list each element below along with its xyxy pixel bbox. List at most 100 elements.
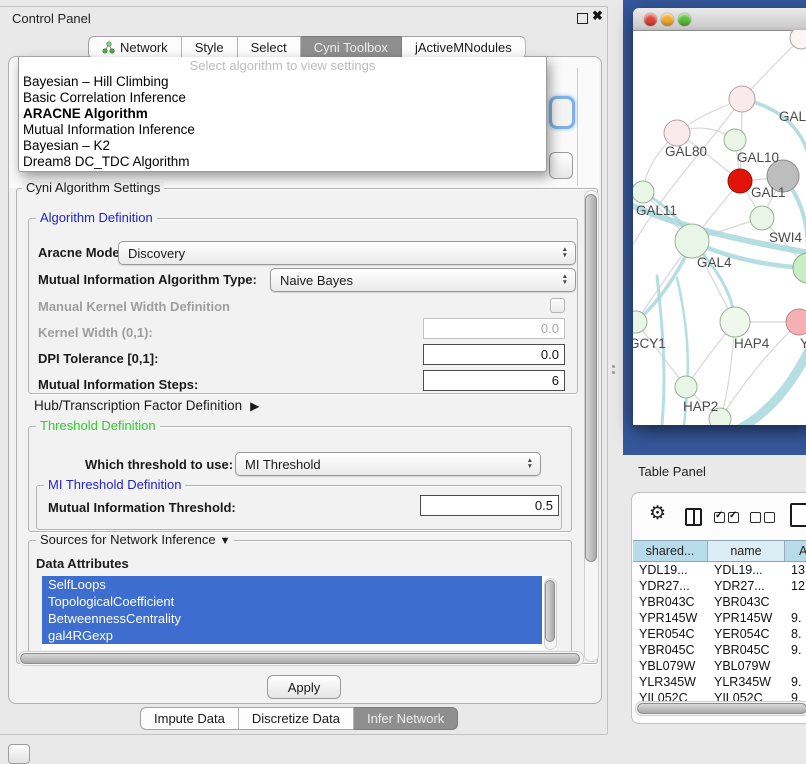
document-icon[interactable] xyxy=(790,503,806,527)
attribute-item-selfloops[interactable]: SelfLoops xyxy=(42,576,542,593)
minimized-panel-icon[interactable] xyxy=(8,744,30,764)
table-cell: YDR27... xyxy=(708,578,785,594)
hidden-group-border xyxy=(577,68,578,186)
tab-select[interactable]: Select xyxy=(238,36,301,59)
node-gal4[interactable] xyxy=(675,224,709,258)
settings-group-title: Cyni Algorithm Settings xyxy=(22,181,164,195)
tab-jactivemnodules[interactable]: jActiveMNodules xyxy=(402,36,526,59)
column-header-a[interactable]: A xyxy=(785,540,806,562)
table-cell: YBR045C xyxy=(633,642,708,658)
node[interactable] xyxy=(729,86,755,112)
table-cell: 9. xyxy=(785,674,806,690)
tab-infer-network[interactable]: Infer Network xyxy=(354,707,458,730)
network-graph: GALGAL80GAL10GAL1GAL11SWI4GAL4GCY1HAP4YH… xyxy=(633,30,806,425)
node-selected-red[interactable] xyxy=(728,169,752,193)
node[interactable] xyxy=(793,253,806,283)
aracne-mode-combobox[interactable]: Discovery ▲▼ xyxy=(118,241,576,265)
sources-group-title[interactable]: Sources for Network Inference▼ xyxy=(36,533,234,548)
settings-vertical-scrollbar-thumb[interactable] xyxy=(585,194,597,562)
algorithm-option-basic-correlation-inference[interactable]: Basic Correlation Inference xyxy=(19,90,546,106)
algorithm-option-aracne-algorithm[interactable]: ARACNE Algorithm xyxy=(19,106,546,122)
column-header-shared-[interactable]: shared... xyxy=(633,540,708,562)
tab-network[interactable]: Network xyxy=(88,36,182,59)
algorithm-option-bayesian-k2[interactable]: Bayesian – K2 xyxy=(19,138,546,154)
tab-label: Style xyxy=(195,40,224,55)
table-row[interactable]: YBL079WYBL079W xyxy=(633,658,806,674)
deselect-all-columns-icon[interactable] xyxy=(750,512,778,523)
algorithm-definition-title: Algorithm Definition xyxy=(36,211,157,225)
control-panel-title: Control Panel xyxy=(12,11,91,26)
node-label-hap4: HAP4 xyxy=(734,336,770,351)
attribute-item-betweennesscentrality[interactable]: BetweennessCentrality xyxy=(42,610,542,627)
window-title-bar[interactable] xyxy=(633,8,806,31)
tab-label: Network xyxy=(120,40,168,55)
node-label-gal80: GAL80 xyxy=(665,144,707,159)
float-window-icon[interactable] xyxy=(577,13,588,24)
control-panel-tab-bar: Network Style SelectCyni ToolboxjActiveMNo… xyxy=(88,36,526,59)
stepper-icon: ▲▼ xyxy=(562,274,568,286)
mi-type-combobox[interactable]: Naive Bayes ▲▼ xyxy=(270,268,576,292)
focused-combobox-fragment[interactable] xyxy=(549,96,575,129)
network-view-window[interactable]: GALGAL80GAL10GAL1GAL11SWI4GAL4GCY1HAP4YH… xyxy=(633,8,806,425)
algorithm-option-bayesian-hill-climbing[interactable]: Bayesian – Hill Climbing xyxy=(19,74,546,90)
tab-cyni-toolbox[interactable]: Cyni Toolbox xyxy=(301,36,402,59)
table-cell: 9. xyxy=(785,642,806,658)
hub-definition-expander[interactable]: Hub/Transcription Factor Definition ▶ xyxy=(34,398,259,413)
mi-threshold-input[interactable] xyxy=(420,495,559,516)
table-row[interactable]: YBR043CYBR043C xyxy=(633,594,806,610)
close-icon[interactable]: ✖ xyxy=(592,8,603,24)
table-horizontal-scrollbar-thumb[interactable] xyxy=(637,703,806,714)
node-label-swi4: SWI4 xyxy=(769,230,802,245)
table-row[interactable]: YDR27...YDR27...12 xyxy=(633,578,806,594)
table-row[interactable]: YPR145WYPR145W9. xyxy=(633,610,806,626)
mi-steps-input[interactable] xyxy=(423,370,565,391)
combobox-fragment[interactable] xyxy=(549,152,573,179)
which-threshold-label: Which threshold to use: xyxy=(85,457,233,472)
column-header-name[interactable]: name xyxy=(708,540,785,562)
window-zoom-icon[interactable] xyxy=(678,13,691,26)
split-columns-icon[interactable] xyxy=(685,508,702,526)
node-hap4[interactable] xyxy=(720,307,750,337)
algorithm-option-mutual-information-inference[interactable]: Mutual Information Inference xyxy=(19,122,546,138)
window-minimize-icon[interactable] xyxy=(661,13,674,26)
table-cell xyxy=(785,658,806,674)
table-row[interactable]: YER054CYER054C8. xyxy=(633,626,806,642)
tab-style[interactable]: Style xyxy=(182,36,238,59)
gear-icon[interactable]: ⚙ xyxy=(649,504,666,523)
bottom-tab-bar: Impute DataDiscretize DataInfer Network xyxy=(140,707,458,730)
apply-button[interactable]: Apply xyxy=(267,675,341,699)
kernel-width-input[interactable] xyxy=(423,318,565,339)
mi-threshold-group-title: MI Threshold Definition xyxy=(44,478,185,492)
dpi-tolerance-input[interactable] xyxy=(423,344,565,365)
attribute-list-scrollbar-thumb[interactable] xyxy=(545,580,555,642)
which-threshold-combobox[interactable]: MI Threshold ▲▼ xyxy=(235,452,541,476)
table-row[interactable]: YBR045CYBR045C9. xyxy=(633,642,806,658)
table-cell: YER054C xyxy=(708,626,785,642)
table-cell: YDL19... xyxy=(708,562,785,578)
table-cell xyxy=(785,594,806,610)
mi-type-value: Naive Bayes xyxy=(280,273,353,288)
table-cell: YDR27... xyxy=(633,578,708,594)
mi-type-label: Mutual Information Algorithm Type: xyxy=(38,272,257,287)
attribute-item-topologicalcoefficient[interactable]: TopologicalCoefficient xyxy=(42,593,542,610)
select-all-columns-icon[interactable] xyxy=(714,512,742,523)
node-gal10[interactable] xyxy=(724,129,746,151)
node-gal1[interactable] xyxy=(750,206,774,230)
settings-horizontal-scrollbar-thumb[interactable] xyxy=(20,653,580,664)
node-hap2[interactable] xyxy=(675,376,697,398)
node[interactable] xyxy=(786,309,806,335)
algorithm-option-dream8-dc-tdc-algorithm[interactable]: Dream8 DC_TDC Algorithm xyxy=(19,154,546,170)
node-gal80[interactable] xyxy=(664,120,690,146)
splitter-handle[interactable] xyxy=(612,365,615,368)
node-gal11[interactable] xyxy=(633,181,654,203)
node-label-gal1: GAL1 xyxy=(751,185,786,200)
manual-kernel-checkbox[interactable] xyxy=(550,298,565,313)
tab-discretize-data[interactable]: Discretize Data xyxy=(239,707,354,730)
table-cell: YBR045C xyxy=(708,642,785,658)
table-row[interactable]: YDL19...YDL19...13 xyxy=(633,562,806,578)
tab-impute-data[interactable]: Impute Data xyxy=(140,707,239,730)
table-cell: 9. xyxy=(785,610,806,626)
table-row[interactable]: YLR345WYLR345W9. xyxy=(633,674,806,690)
attribute-item-gal4rgexp[interactable]: gal4RGexp xyxy=(42,627,542,644)
window-close-icon[interactable] xyxy=(644,13,657,26)
